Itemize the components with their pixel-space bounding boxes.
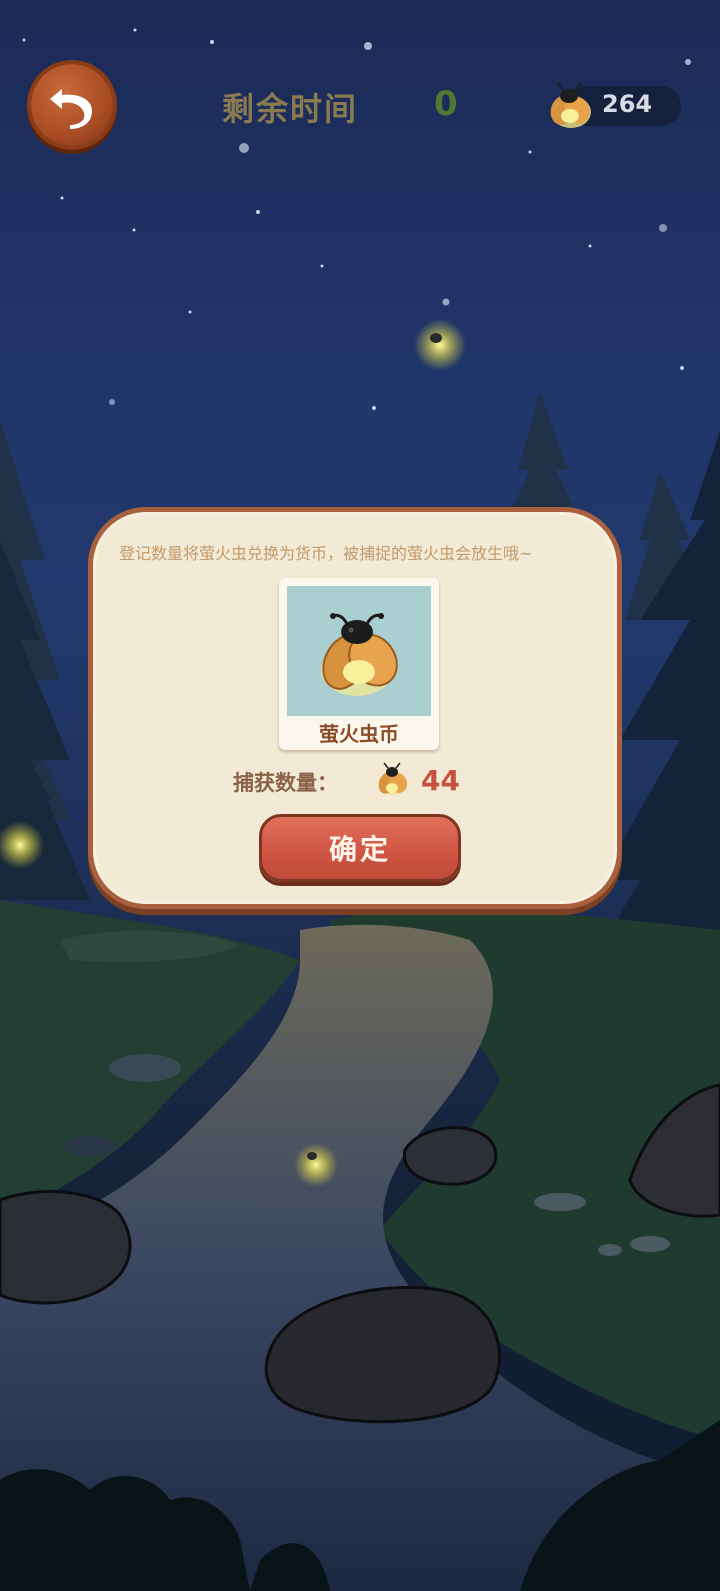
firefly-icon: [550, 82, 591, 128]
catch-count-value: 44: [421, 764, 460, 797]
firefly-coin-card: 萤火虫币: [279, 578, 439, 750]
card-image: [287, 586, 431, 716]
timer-label: 剩余时间: [222, 90, 359, 128]
firefly-icon: [378, 762, 408, 795]
back-button[interactable]: [31, 64, 113, 146]
undo-arrow-icon: [50, 89, 92, 129]
timer-value: 0: [434, 84, 458, 124]
coin-count: 264: [602, 90, 653, 118]
dialog-description: 登记数量将萤火虫兑换为货币，被捕捉的萤火虫会放生哦~: [119, 544, 533, 563]
firefly-icon: [321, 613, 398, 696]
game-screen: 剩余时间 0 264 登记数量将萤火虫兑换为货币，被捕捉的萤火虫会放生哦~ 萤火…: [0, 0, 720, 1591]
exchange-dialog: 登记数量将萤火虫兑换为货币，被捕捉的萤火虫会放生哦~ 萤火虫币 捕获数量： 44…: [88, 507, 622, 909]
catch-count-label: 捕获数量：: [233, 771, 338, 795]
confirm-button[interactable]: 确定: [259, 814, 461, 882]
card-label: 萤火虫币: [319, 722, 399, 746]
